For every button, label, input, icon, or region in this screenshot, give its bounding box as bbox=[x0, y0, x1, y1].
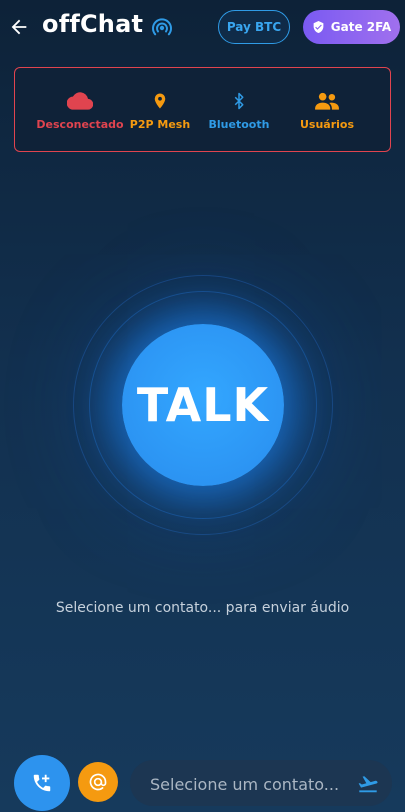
app-title: offChat bbox=[42, 10, 144, 38]
message-composer bbox=[130, 760, 392, 808]
talk-area: TALK bbox=[73, 275, 333, 535]
message-input[interactable] bbox=[148, 760, 352, 808]
status-label: Desconectado bbox=[36, 118, 124, 131]
gate-2fa-button[interactable]: Gate 2FA bbox=[303, 10, 400, 44]
signal-broadcast-icon bbox=[152, 18, 172, 36]
location-pin-icon bbox=[154, 93, 166, 109]
send-icon[interactable] bbox=[357, 773, 379, 795]
pay-btc-button[interactable]: Pay BTC bbox=[218, 10, 290, 44]
instruction-text: Selecione um contato... para enviar áudi… bbox=[55, 600, 350, 616]
bluetooth-icon bbox=[234, 92, 244, 110]
users-icon bbox=[315, 92, 339, 110]
shield-icon bbox=[313, 21, 324, 33]
gate-2fa-label: Gate 2FA bbox=[330, 20, 392, 34]
mention-button[interactable] bbox=[78, 762, 118, 802]
at-sign-icon bbox=[89, 773, 107, 791]
add-call-button[interactable] bbox=[14, 755, 70, 811]
app-header: offChat Pay BTC Gate 2FA bbox=[0, 0, 405, 56]
status-item-users[interactable]: Usuários bbox=[279, 88, 375, 131]
talk-button[interactable]: TALK bbox=[122, 324, 284, 486]
status-label: Bluetooth bbox=[208, 118, 270, 131]
phone-add-icon bbox=[33, 774, 51, 792]
status-label: Usuários bbox=[299, 118, 355, 131]
status-label: P2P Mesh bbox=[129, 118, 191, 131]
back-arrow-icon[interactable] bbox=[8, 14, 30, 40]
connection-status-panel: Desconectado P2P Mesh Bluetooth Usuários bbox=[14, 67, 391, 152]
status-item-bluetooth[interactable]: Bluetooth bbox=[191, 88, 287, 131]
cloud-icon bbox=[67, 92, 93, 110]
